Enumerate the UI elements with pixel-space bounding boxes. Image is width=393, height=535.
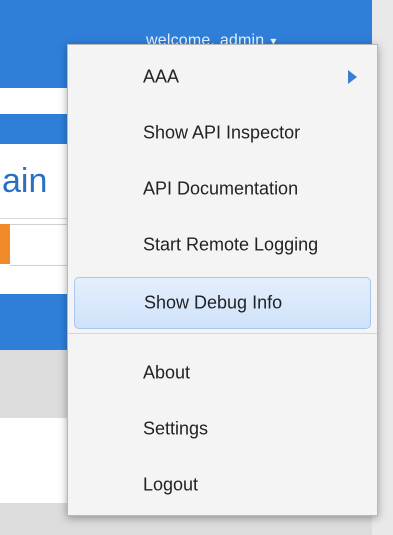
menu-item-api-documentation[interactable]: API Documentation	[74, 165, 371, 213]
menu-item-label: Logout	[143, 474, 199, 495]
submenu-arrow-icon	[348, 70, 357, 84]
menu-item-aaa[interactable]: AAA	[74, 53, 371, 101]
menu-item-label: About	[143, 362, 191, 383]
menu-item-settings[interactable]: Settings	[74, 405, 371, 453]
page-title: ain	[2, 162, 48, 200]
menu-item-label: Show Debug Info	[144, 292, 283, 313]
menu-item-label: API Documentation	[143, 178, 299, 199]
menu-item-show-debug-info[interactable]: Show Debug Info	[74, 277, 371, 329]
menu-item-label: Settings	[143, 418, 209, 439]
menu-item-label: Show API Inspector	[143, 122, 301, 143]
menu-separator	[68, 333, 377, 334]
menu-item-show-api-inspector[interactable]: Show API Inspector	[74, 109, 371, 157]
menu-item-label: Start Remote Logging	[143, 234, 319, 255]
input-accent	[0, 224, 10, 264]
menu-item-start-remote-logging[interactable]: Start Remote Logging	[74, 221, 371, 269]
user-dropdown-menu: AAA Show API Inspector API Documentation…	[67, 44, 378, 516]
menu-item-about[interactable]: About	[74, 349, 371, 397]
menu-item-label: AAA	[143, 66, 180, 87]
menu-item-logout[interactable]: Logout	[74, 461, 371, 509]
